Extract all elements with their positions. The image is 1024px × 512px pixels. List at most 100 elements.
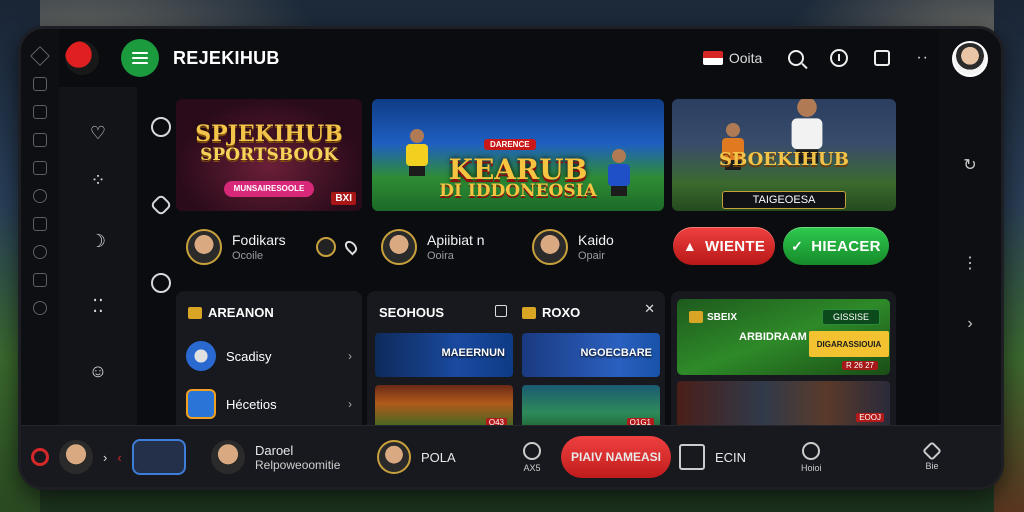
square-icon[interactable] [495,305,507,317]
profile-item[interactable]: Apiibiat n Ooira [381,229,485,265]
game-card[interactable]: MAEERNUN [375,333,513,377]
bottom-square-label: ECIN [715,449,747,465]
menu-button[interactable] [121,39,159,77]
featured-header-label: SBEIX [707,311,738,323]
profile-item[interactable]: Fodikars Ocoile [186,229,360,265]
green-action-button[interactable]: ✓ HIEACER [783,227,889,265]
panel-header: SEOHOUS [379,305,444,320]
record-icon[interactable] [31,448,49,466]
settings-icon[interactable] [33,301,47,315]
avatar [211,440,245,474]
home-icon[interactable] [151,117,171,137]
bottom-play: PIAIV NAMEASI [561,426,671,487]
avatar[interactable] [59,440,93,474]
avatar [532,229,568,265]
featured-card[interactable]: SBEIX GISSISE ARBIDRAAM TE RIPRIHUK DIGA… [677,299,890,375]
avatar [186,229,222,265]
banner-subtitle: DI IDDONEOSIA [439,181,597,201]
bottom-left-group: › ‹ [31,426,186,487]
dots-icon[interactable]: ⁘ [90,170,105,191]
chat-icon[interactable] [33,245,47,259]
profiles-bar: Fodikars Ocoile Apiibiat n Ooira Kaido O… [176,217,896,281]
refresh-icon[interactable]: ↻ [963,155,976,175]
banner-title: SPJEKIHUB [195,121,343,147]
bottom-profile[interactable]: Daroel Relpoweoomitie [211,426,341,487]
clock-icon[interactable] [151,273,171,293]
target-icon[interactable] [33,189,47,203]
window-icon[interactable] [33,77,47,91]
info-icon[interactable] [830,49,849,67]
top-actions: Ooita ·· [702,49,939,67]
leaf-icon[interactable]: ☽ [90,231,106,252]
list-icon[interactable] [33,273,47,287]
logo-icon[interactable] [65,41,99,75]
avatar [377,440,411,474]
bottom-pola[interactable]: POLA [377,426,456,487]
panel-subtitle: ROXO [542,305,581,320]
bottom-clock[interactable]: Hoioi [801,426,822,487]
gift-icon [188,306,202,319]
list-item[interactable]: Hécetios › [186,387,352,421]
diamond-icon[interactable] [30,46,50,66]
profile-item[interactable]: Kaido Opair [532,229,614,265]
flag-icon [702,51,723,65]
close-icon[interactable]: ✕ [644,301,655,317]
card-icon[interactable] [33,133,47,147]
pola-label: POLA [421,449,456,465]
game-card-label: MAEERNUN [441,347,505,359]
grid-icon[interactable]: ⁚⁚ [92,296,103,317]
live-tile[interactable] [131,439,186,475]
bottom-search[interactable]: AX5 [523,426,541,487]
list-item[interactable]: Scadisy › [186,339,352,373]
panel-title: SEOHOUS [379,305,445,320]
list-item-label: Scadisy [226,348,272,364]
outer-left-rail [21,29,59,487]
profile-name: Fodikars [232,232,286,248]
red-action-button[interactable]: ▲ WIENTE [673,227,775,265]
lock-icon[interactable] [33,217,47,231]
user-icon[interactable]: ☺ [89,361,107,382]
featured-yellow-box: DIGARASSIOUIA [809,331,889,357]
list-item-label: Hécetios [226,396,277,412]
profile-name: Kaido [578,232,614,248]
banner-label: TAIGEOESA [722,191,846,209]
user-avatar[interactable] [952,41,988,77]
heart-icon[interactable]: ♡ [90,123,106,144]
brand-title: REJEKIHUB [173,47,280,68]
banner-main-promo[interactable]: DARENCE KEARUB DI IDDONEOSIA [372,99,664,211]
profile-sub: Ooira [427,250,454,262]
banner-title: SBOEKIHUB [719,149,849,170]
game-card-label: NGOECBARE [580,347,652,359]
bottom-profile-sub: Relpoweoomitie [255,457,341,472]
kebab-icon[interactable]: ⋮ [962,253,978,273]
chevron-left-icon[interactable]: ‹ [117,450,121,465]
document-icon[interactable] [33,105,47,119]
bottom-clock-label: Hoioi [801,462,822,473]
bottom-home-group: Bie [922,440,942,471]
game-card[interactable]: NGOECBARE [522,333,660,377]
bottom-square[interactable]: ECIN [679,426,747,487]
gift-icon [522,306,536,319]
language-selector[interactable]: Ooita [702,50,762,66]
ball-icon [186,341,216,371]
menu-line-icon [132,57,148,59]
chevron-right-icon[interactable]: › [967,315,972,333]
players-strip[interactable]: EOOJ [677,381,890,429]
menu-line-icon [132,52,148,54]
gift-icon[interactable] [33,161,47,175]
shield-icon[interactable] [149,193,173,217]
top-bar: REJEKIHUB Ooita ·· [59,29,939,87]
avatar [381,229,417,265]
banner-sportsbook[interactable]: SPJEKIHUB SPORTSBOOK MUNSAIRESOOLE BXI [176,99,362,211]
bottom-bar: › ‹ Daroel Relpoweoomitie POLA AX5 PIAIV… [21,425,1001,487]
location-icon[interactable] [342,238,360,256]
banner-tag: DARENCE [484,139,536,150]
more-icon[interactable]: ·· [916,49,929,67]
bottom-search-group: AX5 [523,441,541,473]
banner-player[interactable]: SBOEKIHUB TAIGEOESA [672,99,896,211]
chevron-right-icon[interactable]: › [103,450,107,465]
square-icon[interactable] [874,50,891,66]
search-icon[interactable] [788,50,805,66]
play-button[interactable]: PIAIV NAMEASI [561,436,671,478]
bottom-home[interactable]: Bie [922,426,942,487]
